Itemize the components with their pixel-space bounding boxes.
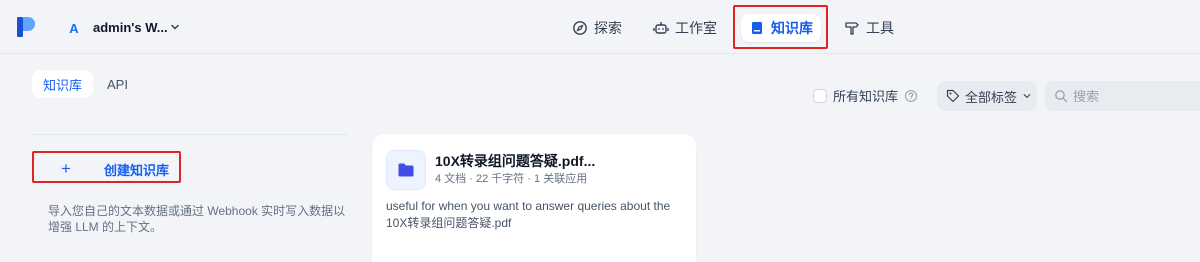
all-knowledge-label: 所有知识库: [833, 89, 899, 104]
create-knowledge-card[interactable]: [32, 134, 348, 262]
create-knowledge-label: 创建知识库: [104, 162, 170, 178]
app-logo-icon[interactable]: [17, 17, 35, 37]
knowledge-card[interactable]: 10X转录组问题答疑.pdf... 4 文档 · 22 千字符 · 1 关联应用…: [372, 134, 696, 262]
create-knowledge-description: 导入您自己的文本数据或通过 Webhook 实时写入数据以增强 LLM 的上下文…: [48, 204, 346, 234]
nav-studio-label: 工作室: [675, 20, 717, 36]
hammer-icon: [845, 22, 859, 35]
knowledge-card-meta: 4 文档 · 22 千字符 · 1 关联应用: [435, 173, 588, 185]
chevron-down-icon: [1023, 94, 1031, 99]
create-knowledge-button[interactable]: + 创建知识库: [40, 156, 169, 182]
compass-icon: [573, 21, 587, 35]
workspace-name[interactable]: admin's W...: [93, 20, 168, 35]
search-input[interactable]: [1073, 88, 1183, 104]
knowledge-card-description: useful for when you want to answer queri…: [386, 199, 671, 230]
tag-icon: [946, 89, 960, 103]
knowledge-card-title: 10X转录组问题答疑.pdf...: [435, 153, 596, 169]
tag-filter-dropdown[interactable]: 全部标签: [937, 81, 1037, 111]
nav-tools[interactable]: 工具: [836, 14, 902, 42]
nav-tools-label: 工具: [866, 20, 894, 36]
chevron-down-icon[interactable]: [170, 22, 180, 32]
workspace-avatar[interactable]: A: [66, 19, 82, 37]
robot-icon: [653, 22, 669, 34]
top-navigation-bar: A admin's W... 探索 工作室 知识库 工具: [0, 0, 1200, 54]
all-knowledge-filter[interactable]: 所有知识库: [813, 86, 918, 105]
nav-knowledge-label: 知识库: [771, 20, 813, 36]
book-icon: [752, 22, 762, 34]
all-knowledge-checkbox[interactable]: [813, 88, 827, 103]
folder-icon: [386, 150, 426, 190]
plus-icon: +: [61, 159, 71, 178]
nav-studio[interactable]: 工作室: [645, 14, 725, 42]
help-circle-icon[interactable]: [904, 89, 918, 103]
nav-explore[interactable]: 探索: [564, 14, 630, 42]
nav-explore-label: 探索: [594, 20, 622, 36]
nav-knowledge[interactable]: 知识库: [741, 14, 821, 42]
tab-knowledge[interactable]: 知识库: [32, 70, 94, 98]
search-box[interactable]: [1045, 81, 1200, 111]
search-icon: [1055, 90, 1068, 103]
tab-api[interactable]: API: [96, 70, 139, 98]
tag-filter-label: 全部标签: [965, 89, 1018, 105]
